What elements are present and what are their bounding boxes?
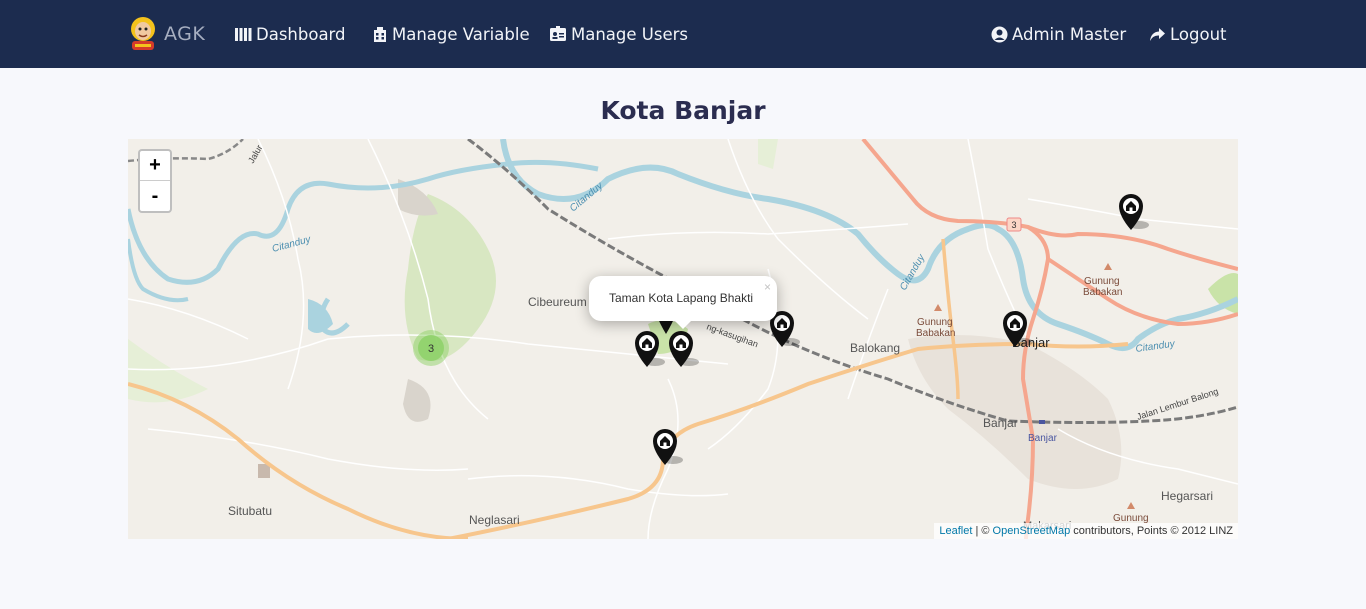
- map-attribution: Leaflet | © OpenStreetMap contributors, …: [934, 523, 1238, 539]
- railway: [467, 139, 1238, 424]
- river: [128, 159, 599, 285]
- peak-icon: [1104, 263, 1112, 270]
- label-jalan-lembur-balong: Jalan Lembur Balong: [1136, 386, 1220, 422]
- label-gunung-babakan-1b: Babakan: [1083, 287, 1122, 298]
- map-container[interactable]: 3 Cibeureum Balokang Banjar Banjar Banja…: [128, 139, 1238, 539]
- map-popup: Taman Kota Lapang Bhakti ×: [589, 276, 777, 321]
- label-kasugihan: ng-kasugihan: [705, 321, 759, 349]
- label-balokang: Balokang: [850, 341, 900, 355]
- brand-name: AGK: [164, 23, 206, 45]
- popup-text: Taman Kota Lapang Bhakti: [609, 291, 754, 305]
- nav-manage-variable[interactable]: Manage Variable: [372, 22, 530, 46]
- attribution-text: contributors, Points © 2012 LINZ: [1070, 525, 1233, 537]
- label-citanduy-4: Citanduy: [1135, 338, 1177, 355]
- river-pond: [308, 299, 333, 333]
- nav-dashboard-label: Dashboard: [256, 24, 346, 44]
- nav-admin-label: Admin Master: [1012, 24, 1127, 44]
- page-title: Kota Banjar: [600, 96, 766, 125]
- map-marker-icon[interactable]: [1117, 192, 1153, 232]
- share-arrow-icon: [1150, 27, 1165, 41]
- label-hegarsari: Hegarsari: [1161, 489, 1213, 503]
- leaflet-link[interactable]: Leaflet: [939, 525, 972, 537]
- nav-logout[interactable]: Logout: [1149, 22, 1227, 46]
- building-icon: [374, 26, 386, 42]
- marker-cluster-count: 3: [428, 343, 434, 355]
- label-citanduy-1: Citanduy: [271, 234, 313, 255]
- zoom-out-button[interactable]: -: [140, 181, 170, 211]
- label-neglasari: Neglasari: [469, 513, 520, 527]
- nav-manage-users-label: Manage Users: [571, 24, 688, 44]
- label-cibeureum: Cibeureum: [528, 295, 587, 309]
- attribution-separator: | ©: [972, 525, 993, 537]
- park-area: [128, 339, 208, 403]
- label-gunung-babakan-1: Gunung: [1084, 276, 1120, 287]
- popup-tip: [673, 319, 693, 329]
- primary-road: [1027, 225, 1238, 271]
- brand[interactable]: AGK: [128, 16, 205, 52]
- popup-close-button[interactable]: ×: [764, 280, 771, 294]
- marker-cluster[interactable]: 3: [412, 329, 450, 367]
- road-shield-label: 3: [1011, 220, 1016, 230]
- station-icon: [1039, 420, 1045, 424]
- openstreetmap-link[interactable]: OpenStreetMap: [993, 525, 1071, 537]
- map-icon: [235, 27, 252, 41]
- label-situbatu: Situbatu: [228, 504, 272, 518]
- label-gunung-babakan-2: Gunung: [917, 317, 953, 328]
- nav-logout-label: Logout: [1170, 24, 1227, 44]
- urban-area: [403, 379, 431, 422]
- id-badge-icon: [550, 26, 566, 41]
- peak-icon: [934, 304, 942, 311]
- nav-admin-master[interactable]: Admin Master: [991, 22, 1126, 46]
- nav-dashboard[interactable]: Dashboard: [235, 22, 346, 46]
- label-gunung-babakan-2b: Babakan: [916, 328, 955, 339]
- label-banjar-station: Banjar: [1028, 433, 1058, 444]
- map-marker-icon[interactable]: [1001, 309, 1037, 349]
- urban-area: [908, 335, 1122, 489]
- peak-icon: [1127, 502, 1135, 509]
- user-circle-icon: [991, 26, 1008, 42]
- zoom-in-button[interactable]: +: [140, 151, 170, 181]
- nav-manage-users[interactable]: Manage Users: [550, 22, 688, 46]
- zoom-control: + -: [138, 149, 172, 213]
- map-marker-icon[interactable]: [651, 427, 687, 467]
- label-banjar-secondary: Banjar: [983, 416, 1018, 430]
- top-navbar: AGK Dashboard Manage Variable Manage Use…: [0, 0, 1366, 68]
- park-area: [758, 139, 778, 169]
- avatar-logo-icon: [131, 17, 155, 50]
- nav-manage-variable-label: Manage Variable: [392, 24, 530, 44]
